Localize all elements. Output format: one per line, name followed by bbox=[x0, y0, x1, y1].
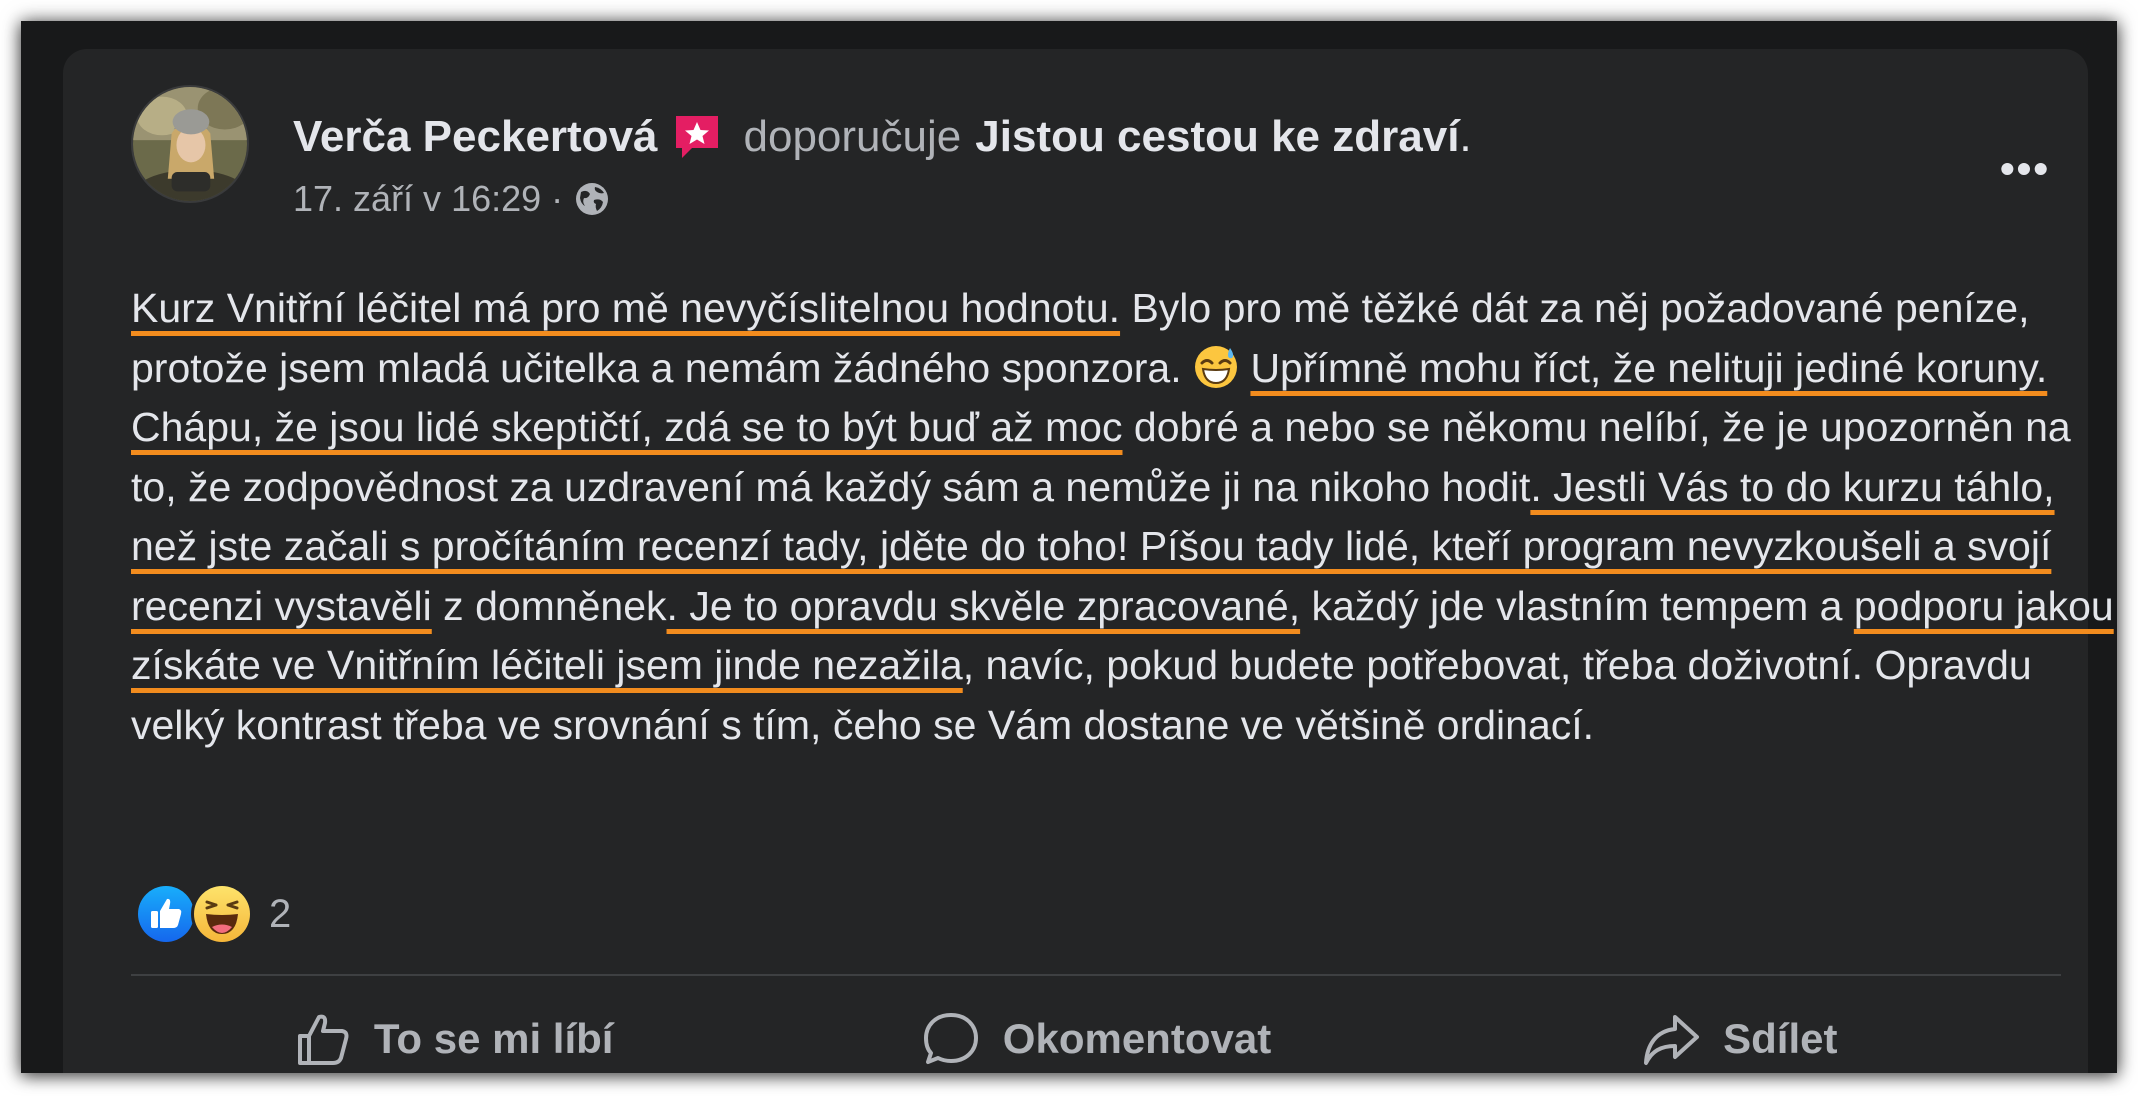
like-reaction-icon bbox=[135, 883, 197, 945]
comment-icon bbox=[923, 1013, 978, 1064]
author-name[interactable]: Verča Peckertová bbox=[293, 112, 658, 162]
timestamp[interactable]: 17. září v 16:29 · bbox=[293, 178, 563, 220]
header-period: . bbox=[1459, 112, 1472, 161]
reaction-count[interactable]: 2 bbox=[269, 892, 291, 937]
text-segment bbox=[1239, 345, 1250, 391]
recommends-text: doporučuje bbox=[743, 112, 962, 161]
page-name-link[interactable]: Jistou cestou ke zdraví bbox=[975, 112, 1459, 162]
share-arrow-icon bbox=[1644, 1015, 1700, 1065]
post-header: Verča Peckertová doporučuje Jistou cesto… bbox=[293, 109, 1472, 165]
comment-button[interactable]: Okomentovat bbox=[774, 984, 1417, 1094]
avatar[interactable] bbox=[131, 85, 249, 203]
comment-button-label: Okomentovat bbox=[1002, 1015, 1272, 1062]
share-button[interactable]: Sdílet bbox=[1418, 984, 2061, 1094]
post-card: Verča Peckertová doporučuje Jistou cesto… bbox=[63, 49, 2114, 1073]
text-segment: každý jde vlastním tempem a bbox=[1300, 582, 1854, 629]
highlighted-text: . Je to opravdu skvěle zpracované, bbox=[666, 582, 1301, 629]
grinning-sweat-emoji bbox=[1193, 344, 1239, 390]
screenshot-frame: Verča Peckertová doporučuje Jistou cesto… bbox=[21, 21, 2117, 1073]
post-actions: To se mi líbí Okomentovat Sdílet bbox=[131, 984, 2061, 1094]
recommendation-badge-icon bbox=[672, 112, 722, 162]
reactions-summary[interactable]: 2 bbox=[135, 879, 291, 949]
highlighted-text: Kurz Vnitřní léčitel má pro mě nevyčísli… bbox=[131, 285, 1121, 331]
haha-reaction-icon bbox=[191, 883, 253, 945]
share-button-label: Sdílet bbox=[1723, 1015, 1838, 1062]
globe-icon[interactable] bbox=[573, 180, 611, 218]
more-options-button[interactable]: ••• bbox=[1993, 145, 2057, 192]
thumbs-up-icon bbox=[297, 1014, 349, 1065]
text-segment: z domněnek bbox=[431, 582, 667, 629]
like-button-label: To se mi líbí bbox=[373, 1015, 614, 1062]
post-text: Kurz Vnitřní léčitel má pro mě nevyčísli… bbox=[131, 279, 2121, 755]
divider bbox=[131, 974, 2061, 976]
like-button[interactable]: To se mi líbí bbox=[131, 984, 774, 1094]
post-meta: 17. září v 16:29 · bbox=[293, 173, 611, 225]
